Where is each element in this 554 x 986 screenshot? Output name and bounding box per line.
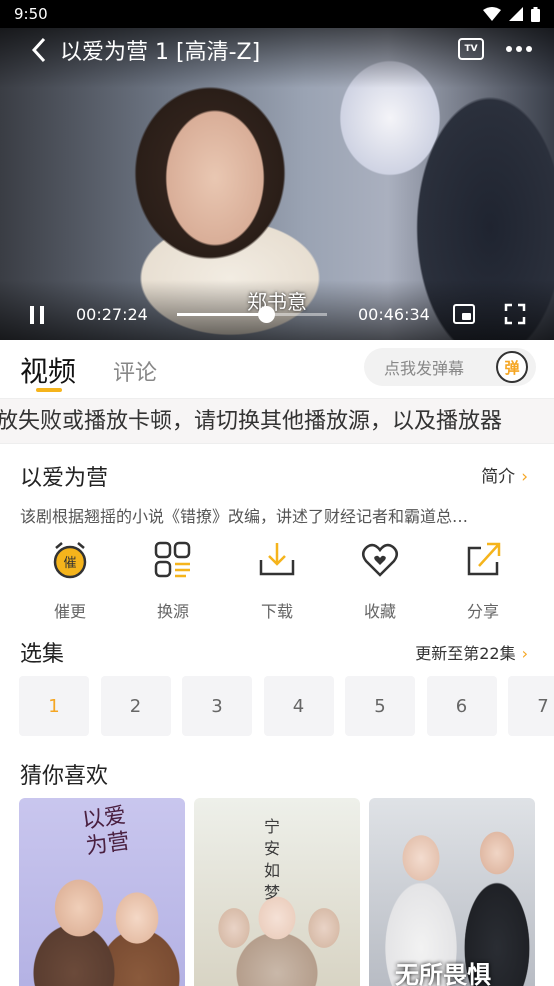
poster-caption: 以爱为营 [80, 803, 132, 860]
action-download[interactable]: 下载 [237, 540, 317, 622]
episode-item[interactable]: 2 [100, 676, 171, 736]
chevron-right-icon: › [521, 467, 528, 487]
fullscreen-icon[interactable] [504, 303, 526, 325]
signal-icon [509, 7, 523, 21]
total-time: 00:46:34 [358, 305, 430, 324]
heart-icon [362, 543, 398, 577]
episode-item[interactable]: 5 [345, 676, 415, 736]
progress-knob[interactable] [257, 306, 275, 323]
episodes-update-text: 更新至第22集 [415, 644, 516, 663]
poster-card[interactable]: 宁安如梦 [194, 798, 360, 986]
poster-caption: 宁安如梦 [264, 817, 281, 902]
player-title-bar: 以爱为营 1 [高清-Z] [26, 34, 260, 66]
action-label: 换源 [156, 602, 189, 621]
player-controls: 00:27:24 00:46:34 [0, 298, 554, 332]
poster-card[interactable]: 以爱为营 [19, 798, 185, 986]
action-share[interactable]: 分享 [443, 540, 523, 622]
intro-link[interactable]: 简介 › [481, 462, 528, 487]
action-label: 下载 [260, 602, 293, 621]
battery-icon [531, 6, 540, 22]
action-label: 催更 [53, 602, 86, 621]
status-time: 9:50 [14, 5, 48, 23]
download-icon [259, 543, 295, 576]
tab-video[interactable]: 视频 [20, 350, 76, 390]
tab-active-indicator [36, 388, 62, 392]
notice-text: 放失败或播放卡顿，请切换其他播放源，以及播放器 [0, 409, 503, 434]
episode-item[interactable]: 7 [508, 676, 554, 736]
episodes-title: 选集 [20, 642, 65, 667]
episode-item[interactable]: 1 [19, 676, 89, 736]
current-time: 00:27:24 [76, 305, 148, 324]
more-icon[interactable] [506, 46, 532, 52]
action-favorite[interactable]: 收藏 [340, 540, 420, 622]
episode-item[interactable]: 3 [182, 676, 252, 736]
alarm-icon: 催 [53, 542, 87, 579]
notice-marquee: 放失败或播放卡顿，请切换其他播放源，以及播放器 [0, 398, 554, 444]
picture-in-picture-icon[interactable] [453, 304, 475, 324]
svg-text:催: 催 [63, 556, 76, 571]
video-player[interactable]: 以爱为营 1 [高清-Z] TV 郑书意 00:27:24 00:46:34 [0, 28, 554, 340]
danmu-toggle-button[interactable]: 弹 [496, 351, 528, 383]
episode-item[interactable]: 6 [426, 676, 497, 736]
danmu-input[interactable]: 点我发弹幕 弹 [364, 348, 536, 386]
action-label: 收藏 [363, 602, 396, 621]
switch-source-icon [154, 541, 191, 578]
recommend-title: 猜你喜欢 [20, 764, 109, 789]
recommend-list: 以爱为营 宁安如梦 无所畏惧 [0, 798, 554, 986]
video-title: 以爱为营 1 [高清-Z] [60, 40, 261, 65]
show-description: 该剧根据翘摇的小说《错撩》改编，讲述了财经记者和霸道总… [20, 507, 469, 526]
episodes-update-link[interactable]: 更新至第22集 › [415, 640, 528, 664]
action-row: 催 催更 换源 下载 收藏 分享 [0, 540, 554, 622]
action-label: 分享 [466, 602, 499, 621]
poster-card[interactable]: 无所畏惧 [369, 798, 535, 986]
pause-icon[interactable] [30, 306, 46, 324]
action-remind[interactable]: 催 催更 [30, 540, 110, 622]
back-button[interactable] [26, 35, 52, 65]
intro-label: 简介 [481, 467, 516, 487]
status-bar: 9:50 [0, 0, 554, 28]
chevron-right-icon: › [521, 644, 528, 663]
wifi-icon [483, 7, 501, 21]
share-icon [467, 542, 501, 576]
poster-caption: 无所畏惧 [395, 960, 491, 986]
tv-cast-icon[interactable]: TV [458, 38, 484, 60]
danmu-placeholder: 点我发弹幕 [384, 359, 465, 378]
episode-item[interactable]: 4 [263, 676, 334, 736]
tab-bar: 视频 评论 点我发弹幕 弹 [0, 340, 554, 398]
action-switch-source[interactable]: 换源 [133, 540, 213, 622]
show-title: 以爱为营 [20, 466, 109, 491]
tab-comment[interactable]: 评论 [113, 355, 157, 387]
progress-fill [177, 313, 266, 316]
back-arrow-icon [31, 37, 46, 63]
episode-list: 1234567 [19, 676, 554, 736]
progress-bar[interactable] [177, 306, 327, 323]
